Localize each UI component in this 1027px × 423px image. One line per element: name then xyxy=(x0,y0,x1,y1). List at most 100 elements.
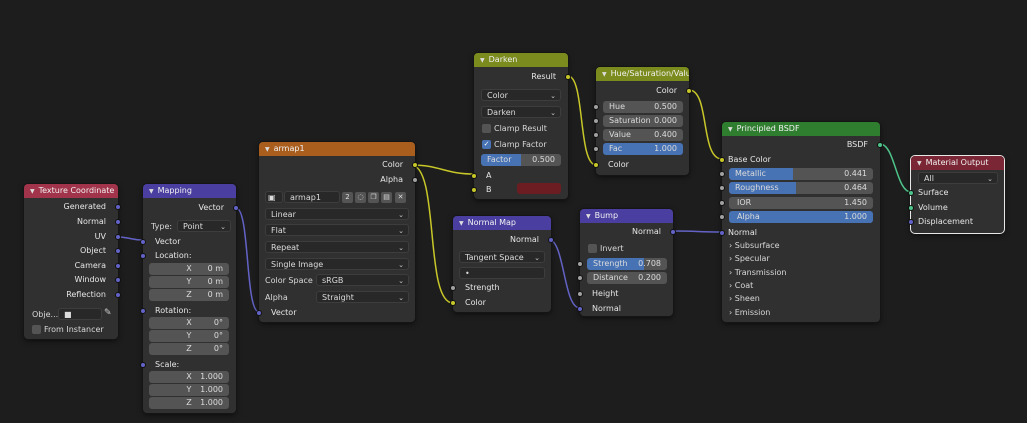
node-header[interactable]: ▼ Darken xyxy=(474,53,568,67)
data-type-select[interactable]: Color ⌄ xyxy=(481,89,561,101)
scale-x[interactable]: X 1.000 xyxy=(149,371,229,383)
collapse-icon[interactable]: ▼ xyxy=(459,217,464,230)
projection-select[interactable]: Flat ⌄ xyxy=(265,224,409,236)
node-bump[interactable]: ▼ Bump Normal Invert Strength 0.708 Distan… xyxy=(577,209,676,316)
socket-normal-out[interactable] xyxy=(670,229,676,235)
socket-a[interactable] xyxy=(471,173,477,179)
node-header[interactable]: ▼ Bump xyxy=(580,209,673,223)
roughness-field[interactable]: Roughness 0.464 xyxy=(729,182,873,194)
metallic-field[interactable]: Metallic 0.441 xyxy=(729,168,873,180)
node-principled-bsdf[interactable]: ▼ Principled BSDF BSDF Base Color Metalli… xyxy=(719,122,883,322)
socket-normal[interactable] xyxy=(115,219,121,225)
fac-field[interactable]: Fac 1.000 xyxy=(603,143,683,155)
duplicate-icon[interactable]: ❐ xyxy=(368,192,379,203)
socket-displacement[interactable] xyxy=(908,219,914,225)
node-header[interactable]: ▼ Material Output xyxy=(911,156,1004,170)
strength-field[interactable]: Strength 0.708 xyxy=(587,258,667,270)
socket-vector-in[interactable] xyxy=(140,239,146,245)
collapse-icon[interactable]: ▼ xyxy=(265,143,270,156)
object-field[interactable]: ■ xyxy=(58,308,102,320)
socket-bsdf-out[interactable] xyxy=(877,142,883,148)
panel-sheen[interactable]: › Sheen xyxy=(729,294,760,303)
distance-field[interactable]: Distance 0.200 xyxy=(587,272,667,284)
alpha-select[interactable]: Straight ⌄ xyxy=(316,291,409,303)
location-z[interactable]: Z0 m xyxy=(149,289,229,301)
socket-alpha[interactable] xyxy=(719,214,725,220)
invert-checkbox[interactable] xyxy=(588,244,597,253)
uv-map-field[interactable]: • xyxy=(459,267,545,279)
node-header[interactable]: ▼ Principled BSDF xyxy=(722,122,880,136)
eyedropper-icon[interactable]: ✎ xyxy=(104,308,112,318)
panel-transmission[interactable]: › Transmission xyxy=(729,268,786,277)
socket-base-color[interactable] xyxy=(719,157,725,163)
node-texture-coordinate[interactable]: ▼ Texture Coordinate Generated Normal UV … xyxy=(24,184,121,339)
collapse-icon[interactable]: ▼ xyxy=(30,185,35,198)
node-header[interactable]: ▼ armap1 xyxy=(259,142,415,156)
socket-normal-out[interactable] xyxy=(548,237,554,243)
location-y[interactable]: Y0 m xyxy=(149,276,229,288)
shield-icon[interactable]: ◌ xyxy=(355,192,366,203)
image-browse[interactable]: ▣ xyxy=(265,191,283,203)
alpha-field[interactable]: Alpha 1.000 xyxy=(729,211,873,223)
hue-field[interactable]: Hue 0.500 xyxy=(603,101,683,113)
space-select[interactable]: Tangent Space ⌄ xyxy=(459,251,545,263)
extension-select[interactable]: Repeat ⌄ xyxy=(265,241,409,253)
socket-distance[interactable] xyxy=(577,275,583,281)
node-header[interactable]: ▼ Normal Map xyxy=(453,216,551,230)
rotation-y[interactable]: Y 0° xyxy=(149,330,229,342)
socket-color-out[interactable] xyxy=(412,162,418,168)
socket-object[interactable] xyxy=(115,248,121,254)
socket-color-out[interactable] xyxy=(686,88,692,94)
socket-alpha-out[interactable] xyxy=(412,177,418,183)
socket-normal-in[interactable] xyxy=(719,230,725,236)
socket-reflection[interactable] xyxy=(115,292,121,298)
socket-scale[interactable] xyxy=(140,362,146,368)
node-hue-saturation-value[interactable]: ▼ Hue/Saturation/Value Color Hue 0.500 Sat… xyxy=(593,67,692,175)
socket-volume[interactable] xyxy=(908,205,914,211)
socket-rotation[interactable] xyxy=(140,308,146,314)
socket-camera[interactable] xyxy=(115,263,121,269)
scale-y[interactable]: Y 1.000 xyxy=(149,384,229,396)
socket-uv[interactable] xyxy=(115,234,121,240)
socket-ior[interactable] xyxy=(719,200,725,206)
node-material-output[interactable]: ▼ Material Output All ⌄ Surface Volume Dis… xyxy=(908,156,1004,233)
value-field[interactable]: Value 0.400 xyxy=(603,129,683,141)
socket-result-out[interactable] xyxy=(565,74,571,80)
scale-z[interactable]: Z 1.000 xyxy=(149,397,229,409)
collapse-icon[interactable]: ▼ xyxy=(480,54,485,67)
panel-emission[interactable]: › Emission xyxy=(729,308,770,317)
clamp-factor-checkbox[interactable]: ✓ xyxy=(482,140,491,149)
socket-strength[interactable] xyxy=(450,285,456,291)
socket-location[interactable] xyxy=(140,253,146,259)
factor-field[interactable]: Factor 0.500 xyxy=(481,154,561,166)
socket-hue[interactable] xyxy=(593,104,599,110)
panel-coat[interactable]: › Coat xyxy=(729,281,753,290)
users-count[interactable]: 2 xyxy=(342,192,353,203)
socket-surface[interactable] xyxy=(908,190,914,196)
node-header[interactable]: ▼ Hue/Saturation/Value xyxy=(596,67,689,81)
close-icon[interactable]: ✕ xyxy=(395,192,406,203)
source-select[interactable]: Single Image ⌄ xyxy=(265,258,409,270)
collapse-icon[interactable]: ▼ xyxy=(917,157,922,170)
socket-strength[interactable] xyxy=(577,261,583,267)
blend-mode-select[interactable]: Darken ⌄ xyxy=(481,106,561,118)
socket-generated[interactable] xyxy=(115,204,121,210)
rotation-x[interactable]: X 0° xyxy=(149,317,229,329)
socket-vector-out[interactable] xyxy=(233,205,239,211)
node-image-texture[interactable]: ▼ armap1 Color Alpha ▣ armap1 2 ◌ ❐ ▤ ✕ L… xyxy=(256,142,418,322)
node-header[interactable]: ▼ Texture Coordinate xyxy=(24,184,118,198)
socket-metallic[interactable] xyxy=(719,171,725,177)
collapse-icon[interactable]: ▼ xyxy=(149,185,154,198)
saturation-field[interactable]: Saturation 0.000 xyxy=(603,115,683,127)
collapse-icon[interactable]: ▼ xyxy=(586,210,591,223)
socket-normal-in[interactable] xyxy=(577,306,583,312)
image-name-field[interactable]: armap1 xyxy=(284,191,340,203)
socket-height[interactable] xyxy=(577,291,583,297)
collapse-icon[interactable]: ▼ xyxy=(602,68,607,81)
node-header[interactable]: ▼ Mapping xyxy=(143,184,236,198)
interpolation-select[interactable]: Linear ⌄ xyxy=(265,208,409,220)
location-x[interactable]: X0 m xyxy=(149,263,229,275)
socket-value[interactable] xyxy=(593,132,599,138)
panel-specular[interactable]: › Specular xyxy=(729,254,770,263)
target-select[interactable]: All ⌄ xyxy=(918,172,998,184)
